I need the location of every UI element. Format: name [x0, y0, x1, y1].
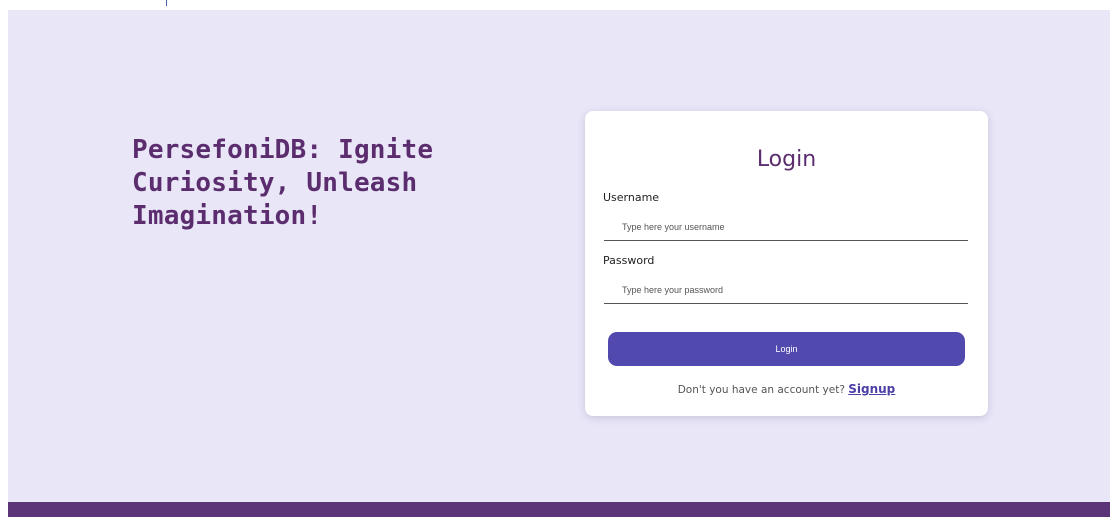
- password-input[interactable]: [604, 276, 968, 304]
- page: PersefoniDB: Ignite Curiosity, Unleash I…: [0, 0, 1110, 517]
- footer-bar: [8, 502, 1110, 517]
- login-card: Login Username Password Login Don't you …: [585, 111, 988, 416]
- signup-link[interactable]: Signup: [848, 382, 895, 396]
- password-label: Password: [603, 254, 655, 267]
- top-cursor-mark: [166, 0, 167, 6]
- login-button[interactable]: Login: [608, 332, 965, 366]
- signup-prompt-line: Don't you have an account yet? Signup: [585, 382, 988, 396]
- username-label: Username: [603, 191, 660, 204]
- hero-section: PersefoniDB: Ignite Curiosity, Unleash I…: [8, 10, 1110, 502]
- hero-tagline: PersefoniDB: Ignite Curiosity, Unleash I…: [132, 135, 434, 231]
- username-input[interactable]: [604, 213, 968, 241]
- signup-prompt-text: Don't you have an account yet?: [677, 384, 845, 396]
- login-title: Login: [756, 147, 817, 172]
- top-strip: [0, 0, 1110, 10]
